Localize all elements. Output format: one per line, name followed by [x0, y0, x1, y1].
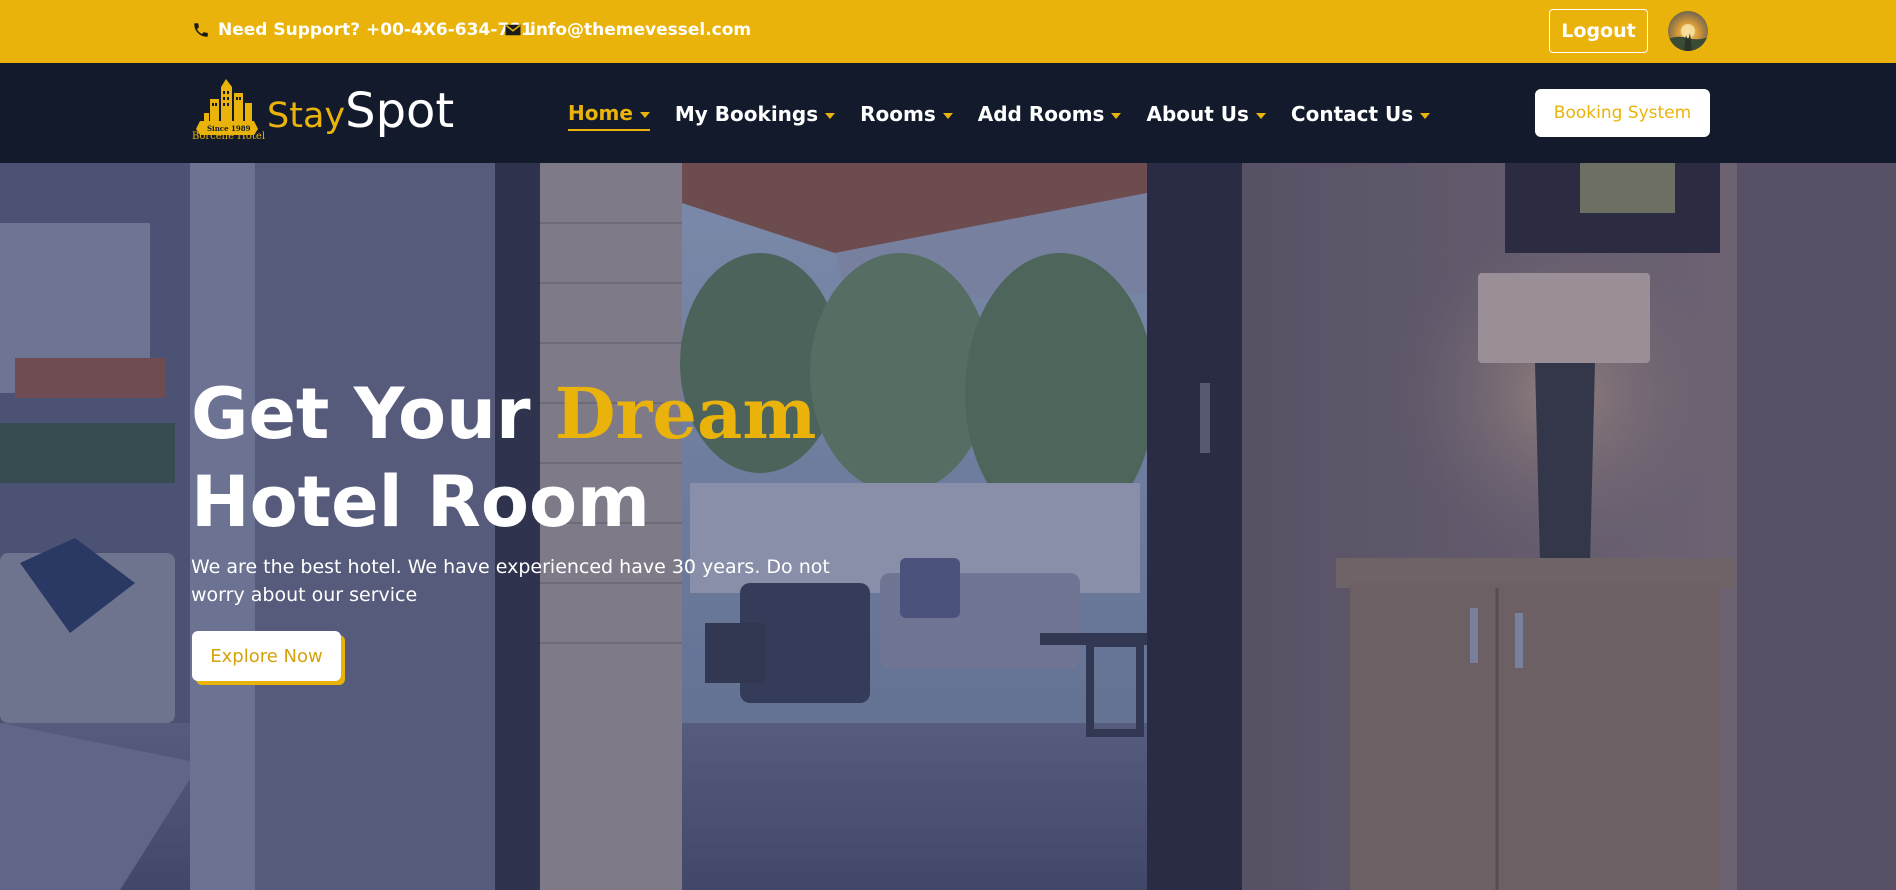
nav-item-rooms[interactable]: Rooms — [860, 101, 953, 131]
hero-title-accent: Dream — [554, 372, 817, 455]
caret-down-icon — [639, 112, 650, 118]
user-avatar[interactable] — [1668, 11, 1708, 51]
booking-system-button[interactable]: Booking System — [1535, 89, 1710, 137]
brand-name-stay: Stay — [267, 96, 346, 136]
support-text: Need Support? +00-4X6-634-781 — [218, 20, 533, 40]
caret-down-icon — [1420, 113, 1431, 119]
main-navbar: Since 1989 StaySpot Borcelle Hotel Home … — [0, 63, 1896, 163]
hero-title-part1: Get Your — [191, 373, 555, 455]
envelope-icon — [505, 24, 521, 36]
hero-title-line2: Hotel Room — [191, 461, 650, 543]
logout-button[interactable]: Logout — [1549, 9, 1648, 53]
brand-name-spot: Spot — [345, 83, 455, 139]
caret-down-icon — [1111, 113, 1122, 119]
explore-now-button[interactable]: Explore Now — [192, 631, 341, 681]
email-contact[interactable]: info@themevessel.com — [504, 20, 751, 40]
phone-icon — [194, 23, 208, 37]
caret-down-icon — [825, 113, 836, 119]
caret-down-icon — [1255, 113, 1266, 119]
top-bar: Need Support? +00-4X6-634-781 info@theme… — [0, 0, 1896, 63]
hero-subtitle: We are the best hotel. We have experienc… — [191, 556, 830, 606]
nav-item-label: Add Rooms — [977, 102, 1105, 126]
nav-item-label: About Us — [1146, 102, 1249, 126]
brand-tagline: Borcelle Hotel — [192, 131, 266, 142]
nav-item-label: Contact Us — [1290, 102, 1414, 126]
nav-item-label: Rooms — [860, 102, 936, 126]
nav-item-label: Home — [568, 101, 633, 125]
nav-item-contact-us[interactable]: Contact Us — [1290, 101, 1431, 131]
caret-down-icon — [942, 113, 953, 119]
nav-item-about-us[interactable]: About Us — [1146, 101, 1266, 131]
nav-item-my-bookings[interactable]: My Bookings — [674, 101, 836, 131]
support-contact[interactable]: Need Support? +00-4X6-634-781 — [192, 20, 533, 40]
nav-item-home[interactable]: Home — [568, 101, 650, 131]
hero-section: Get Your Dream Hotel Room We are the bes… — [0, 163, 1896, 890]
hero-title: Get Your Dream Hotel Room — [191, 370, 816, 546]
email-text: info@themevessel.com — [530, 20, 752, 40]
main-menu: Home My Bookings Rooms Add Rooms About U… — [568, 101, 1431, 131]
nav-item-label: My Bookings — [674, 102, 819, 126]
avatar-image — [1668, 24, 1708, 51]
brand-name[interactable]: StaySpot — [267, 87, 454, 135]
nav-item-add-rooms[interactable]: Add Rooms — [978, 101, 1122, 131]
